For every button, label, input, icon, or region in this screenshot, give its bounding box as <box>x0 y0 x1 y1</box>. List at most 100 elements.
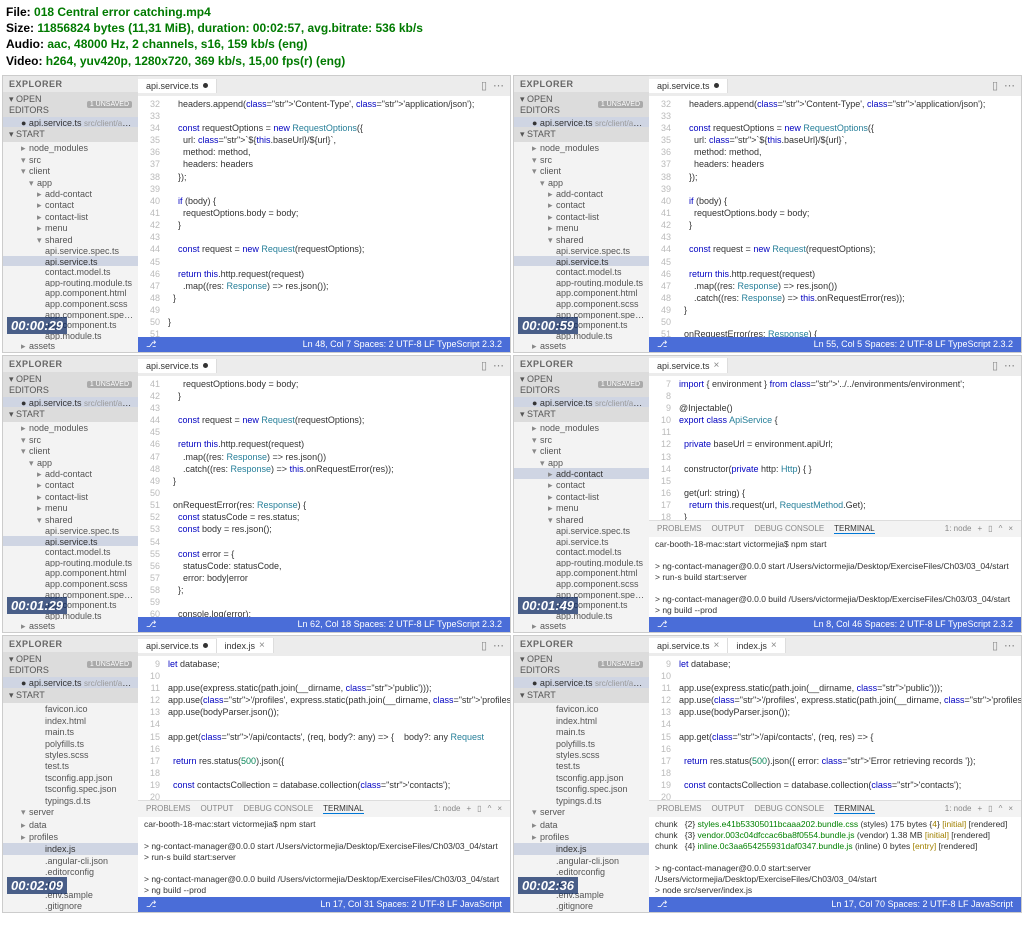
tree-item[interactable]: api.service.spec.ts <box>3 525 138 536</box>
terminal-selector[interactable]: 1: node <box>945 804 972 813</box>
split-editor-icon[interactable]: ▯ <box>481 359 487 372</box>
tree-item[interactable]: api.service.spec.ts <box>514 245 649 256</box>
more-icon[interactable]: ⋯ <box>493 359 504 372</box>
open-editor-item[interactable]: ● api.service.ts src/client/app/shared <box>3 117 138 128</box>
output-tab[interactable]: OUTPUT <box>711 524 744 534</box>
start-section[interactable]: ▾ START <box>514 688 649 703</box>
tree-item[interactable]: contact.model.ts <box>514 266 649 277</box>
tree-item[interactable]: ▸profiles <box>514 831 649 843</box>
tree-item[interactable]: ▾shared <box>514 514 649 525</box>
tree-item[interactable]: .gitignore <box>3 900 138 911</box>
tree-item[interactable]: tsconfig.app.json <box>3 772 138 783</box>
code-body[interactable]: let database; app.use(express.static(pat… <box>164 656 510 800</box>
split-icon[interactable]: ▯ <box>477 804 481 813</box>
tree-item[interactable]: ▸node_modules <box>514 422 649 433</box>
status-right[interactable]: Ln 8, Col 46 Spaces: 2 UTF-8 LF TypeScri… <box>814 619 1013 630</box>
tree-item[interactable]: index.js <box>3 843 138 854</box>
code-editor[interactable]: 32 33 34 35 36 37 38 39 40 41 42 43 44 4… <box>138 96 510 337</box>
editor-tab[interactable]: index.js× <box>728 638 785 653</box>
terminal-tab[interactable]: TERMINAL <box>323 804 363 814</box>
open-editor-item[interactable]: ● api.service.ts src/client/app/shared <box>514 677 649 688</box>
editor-tab[interactable]: api.service.ts <box>138 79 217 93</box>
status-right[interactable]: Ln 62, Col 18 Spaces: 2 UTF-8 LF TypeScr… <box>298 619 502 630</box>
tree-item[interactable]: ▸data <box>3 819 138 831</box>
status-right[interactable]: Ln 17, Col 31 Spaces: 2 UTF-8 LF JavaScr… <box>320 899 502 910</box>
open-editor-item[interactable]: ● api.service.ts src/client/app/shared <box>3 397 138 408</box>
tree-item[interactable]: typings.d.ts <box>3 795 138 806</box>
tree-item[interactable]: api.service.ts <box>514 536 649 547</box>
status-right[interactable]: Ln 55, Col 5 Spaces: 2 UTF-8 LF TypeScri… <box>814 339 1013 350</box>
open-editors-section[interactable]: ▾ OPEN EDITORS1 UNSAVED <box>514 92 649 117</box>
split-editor-icon[interactable]: ▯ <box>481 639 487 652</box>
tree-item[interactable]: ▸menu <box>514 222 649 233</box>
tree-item[interactable]: index.js <box>514 843 649 854</box>
debug-console-tab[interactable]: DEBUG CONSOLE <box>754 804 824 814</box>
tree-item[interactable]: ▾shared <box>3 514 138 525</box>
tree-item[interactable]: ▸add-contact <box>514 468 649 479</box>
tree-item[interactable]: app.component.html <box>3 287 138 298</box>
tree-item[interactable]: test.ts <box>3 760 138 771</box>
open-editors-section[interactable]: ▾ OPEN EDITORS1 UNSAVED <box>3 652 138 677</box>
start-section[interactable]: ▾ START <box>514 127 649 142</box>
code-body[interactable]: headers.append(class="str">'Content-Type… <box>164 96 510 337</box>
tree-item[interactable]: ▸contact <box>3 479 138 490</box>
tree-item[interactable]: ▾server <box>3 806 138 818</box>
tree-item[interactable]: ▸node_modules <box>514 142 649 153</box>
debug-console-tab[interactable]: DEBUG CONSOLE <box>243 804 313 814</box>
problems-tab[interactable]: PROBLEMS <box>657 524 701 534</box>
tree-item[interactable]: app-routing.module.ts <box>514 557 649 568</box>
tree-item[interactable]: app-routing.module.ts <box>514 277 649 288</box>
terminal-selector[interactable]: 1: node <box>945 524 972 533</box>
tree-item[interactable]: ▸node_modules <box>3 142 138 153</box>
tree-item[interactable]: ▸contact-list <box>3 491 138 502</box>
tree-item[interactable]: tsconfig.app.json <box>514 772 649 783</box>
open-editors-section[interactable]: ▾ OPEN EDITORS1 UNSAVED <box>3 92 138 117</box>
tree-item[interactable]: ▸add-contact <box>3 468 138 479</box>
editor-tab[interactable]: api.service.ts× <box>649 358 728 373</box>
tree-item[interactable]: app-routing.module.ts <box>3 277 138 288</box>
tree-item[interactable]: ▸contact <box>514 199 649 210</box>
tree-item[interactable]: ▾app <box>514 177 649 188</box>
tree-item[interactable]: ▸contact <box>3 199 138 210</box>
tree-item[interactable]: favicon.ico <box>3 703 138 714</box>
tree-item[interactable]: app.component.scss <box>514 298 649 309</box>
more-icon[interactable]: ⋯ <box>1004 359 1015 372</box>
code-body[interactable]: import { environment } from class="str">… <box>675 376 1021 520</box>
open-editor-item[interactable]: ● api.service.ts src/client/app/shared <box>514 397 649 408</box>
tree-item[interactable]: tsconfig.spec.json <box>3 783 138 794</box>
tree-item[interactable]: api.service.ts <box>3 256 138 267</box>
status-right[interactable]: Ln 48, Col 7 Spaces: 2 UTF-8 LF TypeScri… <box>303 339 502 350</box>
open-editors-section[interactable]: ▾ OPEN EDITORS1 UNSAVED <box>514 652 649 677</box>
more-icon[interactable]: ⋯ <box>493 639 504 652</box>
problems-tab[interactable]: PROBLEMS <box>657 804 701 814</box>
tree-item[interactable]: app.component.html <box>514 567 649 578</box>
tree-item[interactable]: ▸node_modules <box>3 422 138 433</box>
split-icon[interactable]: ▯ <box>988 524 992 533</box>
tree-item[interactable]: ▸menu <box>3 502 138 513</box>
tree-item[interactable]: favicon.ico <box>514 703 649 714</box>
more-icon[interactable]: ⋯ <box>1004 79 1015 92</box>
tree-item[interactable]: ▸add-contact <box>514 188 649 199</box>
code-editor[interactable]: 7 8 9 10 11 12 13 14 15 16 17 18 19 20 2… <box>649 376 1021 520</box>
branch-indicator[interactable]: ⎇ <box>657 899 667 910</box>
close-icon[interactable]: × <box>771 640 777 651</box>
tree-item[interactable]: ▸contact-list <box>514 211 649 222</box>
terminal-tab[interactable]: TERMINAL <box>834 804 874 814</box>
tree-item[interactable]: app.component.html <box>514 287 649 298</box>
tree-item[interactable]: contact.model.ts <box>3 266 138 277</box>
tree-item[interactable]: polyfills.ts <box>514 738 649 749</box>
tree-item[interactable]: ▸add-contact <box>3 188 138 199</box>
open-editor-item[interactable]: ● api.service.ts src/client/app/shared <box>514 117 649 128</box>
branch-indicator[interactable]: ⎇ <box>146 619 156 630</box>
terminal-output[interactable]: car-booth-18-mac:start victormejia$ npm … <box>138 817 510 897</box>
tree-item[interactable]: index.html <box>3 715 138 726</box>
tree-item[interactable]: ▾src <box>3 434 138 445</box>
code-editor[interactable]: 9 10 11 12 13 14 15 16 17 18 19 20 21 22… <box>138 656 510 800</box>
tree-item[interactable]: ▸assets <box>3 340 138 351</box>
tree-item[interactable]: api.service.ts <box>3 536 138 547</box>
branch-indicator[interactable]: ⎇ <box>146 899 156 910</box>
problems-tab[interactable]: PROBLEMS <box>146 804 190 814</box>
open-editors-section[interactable]: ▾ OPEN EDITORS1 UNSAVED <box>514 372 649 397</box>
tree-item[interactable]: ▸menu <box>514 502 649 513</box>
branch-indicator[interactable]: ⎇ <box>657 339 667 350</box>
